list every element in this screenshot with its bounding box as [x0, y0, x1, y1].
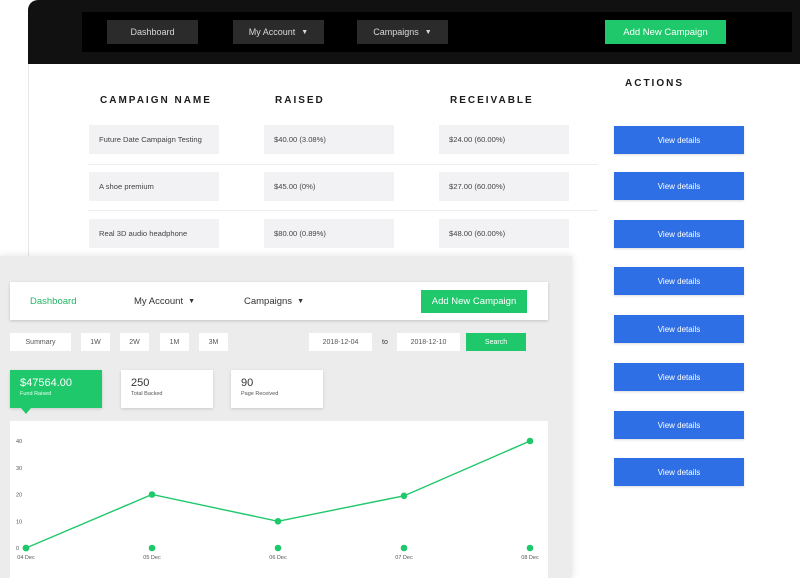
back-add-new-campaign-button[interactable]: Add New Campaign	[605, 20, 726, 44]
back-nav-my-account[interactable]: My Account ▼	[233, 20, 324, 44]
date-from-input[interactable]: 2018-12-04	[309, 333, 372, 351]
x-tick-label: 04 Dec	[17, 555, 35, 561]
x-axis-marker	[274, 544, 282, 552]
y-tick-label: 0	[16, 546, 19, 552]
front-nav-my-account-label: My Account	[134, 295, 184, 307]
stat-card-total-backed[interactable]: 250 Total Backed	[121, 370, 213, 408]
x-axis-marker	[526, 544, 534, 552]
table-cell-name: A shoe premium	[89, 172, 219, 201]
data-point	[148, 491, 156, 498]
filter-1w-button[interactable]: 1W	[81, 333, 110, 351]
stat-card-page-received[interactable]: 90 Page Received	[231, 370, 323, 408]
line-chart: 0 10 20 30 40 04 Dec 05 Dec 06 Dec 07 Dec 08 Dec	[16, 437, 539, 561]
view-details-button[interactable]: View details	[614, 363, 744, 391]
y-tick-label: 40	[16, 439, 22, 445]
x-axis-marker	[22, 544, 30, 552]
window-edge	[28, 64, 29, 264]
back-nav-dashboard-label: Dashboard	[130, 27, 175, 37]
stat-card-fund-raised[interactable]: $47564.00 Fund Raised	[10, 370, 102, 408]
stat-label: Total Backed	[131, 391, 163, 397]
x-tick-label: 06 Dec	[269, 555, 287, 561]
date-range-to-label: to	[382, 338, 388, 346]
back-nav-dashboard[interactable]: Dashboard	[107, 20, 198, 44]
y-tick-label: 20	[16, 493, 22, 499]
table-cell-name: Future Date Campaign Testing	[89, 125, 219, 154]
row-divider	[88, 164, 598, 165]
front-nav-my-account[interactable]: My Account ▼	[134, 282, 195, 320]
x-tick-label: 05 Dec	[143, 555, 161, 561]
data-point	[526, 437, 534, 445]
x-axis-marker	[148, 544, 156, 552]
stat-label: Fund Raised	[20, 391, 52, 397]
caret-down-icon: ▼	[424, 28, 432, 36]
table-cell-raised: $80.00 (0.89%)	[264, 219, 394, 248]
view-details-button[interactable]: View details	[614, 267, 744, 295]
header-actions: ACTIONS	[625, 78, 684, 89]
y-tick-label: 30	[16, 466, 22, 472]
back-nav-campaigns[interactable]: Campaigns ▼	[357, 20, 448, 44]
dashboard-window: Dashboard My Account ▼ Campaigns ▼ Add N…	[0, 256, 572, 578]
header-campaign-name: CAMPAIGN NAME	[100, 95, 212, 106]
header-receivable: RECEIVABLE	[450, 95, 534, 106]
x-tick-label: 08 Dec	[521, 555, 539, 561]
search-button[interactable]: Search	[466, 333, 526, 351]
table-cell-receivable: $27.00 (60.00%)	[439, 172, 569, 201]
x-axis-marker	[400, 544, 408, 552]
filter-3m-button[interactable]: 3M	[199, 333, 228, 351]
series-line	[25, 440, 531, 549]
table-cell-receivable: $48.00 (60.00%)	[439, 219, 569, 248]
front-nav-campaigns-label: Campaigns	[244, 295, 293, 307]
front-add-new-campaign-button[interactable]: Add New Campaign	[421, 290, 527, 313]
data-point	[400, 492, 408, 500]
front-nav-dashboard-label: Dashboard	[30, 295, 77, 307]
data-point	[274, 517, 282, 525]
front-nav-bar: Dashboard My Account ▼ Campaigns ▼ Add N…	[10, 282, 548, 320]
table-cell-raised: $40.00 (3.08%)	[264, 125, 394, 154]
header-raised: RAISED	[275, 95, 325, 106]
view-details-button[interactable]: View details	[614, 411, 744, 439]
caret-down-icon: ▼	[297, 297, 304, 305]
filter-2w-button[interactable]: 2W	[120, 333, 149, 351]
table-cell-raised: $45.00 (0%)	[264, 172, 394, 201]
back-nav-my-account-label: My Account	[248, 27, 296, 37]
x-tick-label: 07 Dec	[395, 555, 413, 561]
caret-down-icon: ▼	[188, 297, 196, 305]
filter-1m-button[interactable]: 1M	[160, 333, 189, 351]
row-divider	[88, 210, 598, 211]
stat-pointer	[21, 408, 31, 414]
stat-value: 90	[241, 377, 254, 389]
view-details-button[interactable]: View details	[614, 126, 744, 154]
line-chart-panel: 0 10 20 30 40 04 Dec 05 Dec 06 Dec 07 Dec 08 Dec	[10, 421, 548, 578]
table-cell-receivable: $24.00 (60.00%)	[439, 125, 569, 154]
view-details-button[interactable]: View details	[614, 315, 744, 343]
caret-down-icon: ▼	[301, 28, 309, 36]
date-to-input[interactable]: 2018-12-10	[397, 333, 460, 351]
back-nav-campaigns-label: Campaigns	[373, 27, 419, 37]
stat-value: $47564.00	[20, 377, 72, 389]
table-cell-name: Real 3D audio headphone	[89, 219, 219, 248]
front-nav-campaigns[interactable]: Campaigns ▼	[244, 282, 304, 320]
filter-summary-button[interactable]: Summary	[10, 333, 71, 351]
view-details-button[interactable]: View details	[614, 172, 744, 200]
view-details-button[interactable]: View details	[614, 458, 744, 486]
front-nav-dashboard[interactable]: Dashboard	[30, 282, 76, 320]
stat-value: 250	[131, 377, 150, 389]
stat-label: Page Received	[241, 391, 279, 397]
view-details-button[interactable]: View details	[614, 220, 744, 248]
y-tick-label: 10	[16, 519, 22, 525]
